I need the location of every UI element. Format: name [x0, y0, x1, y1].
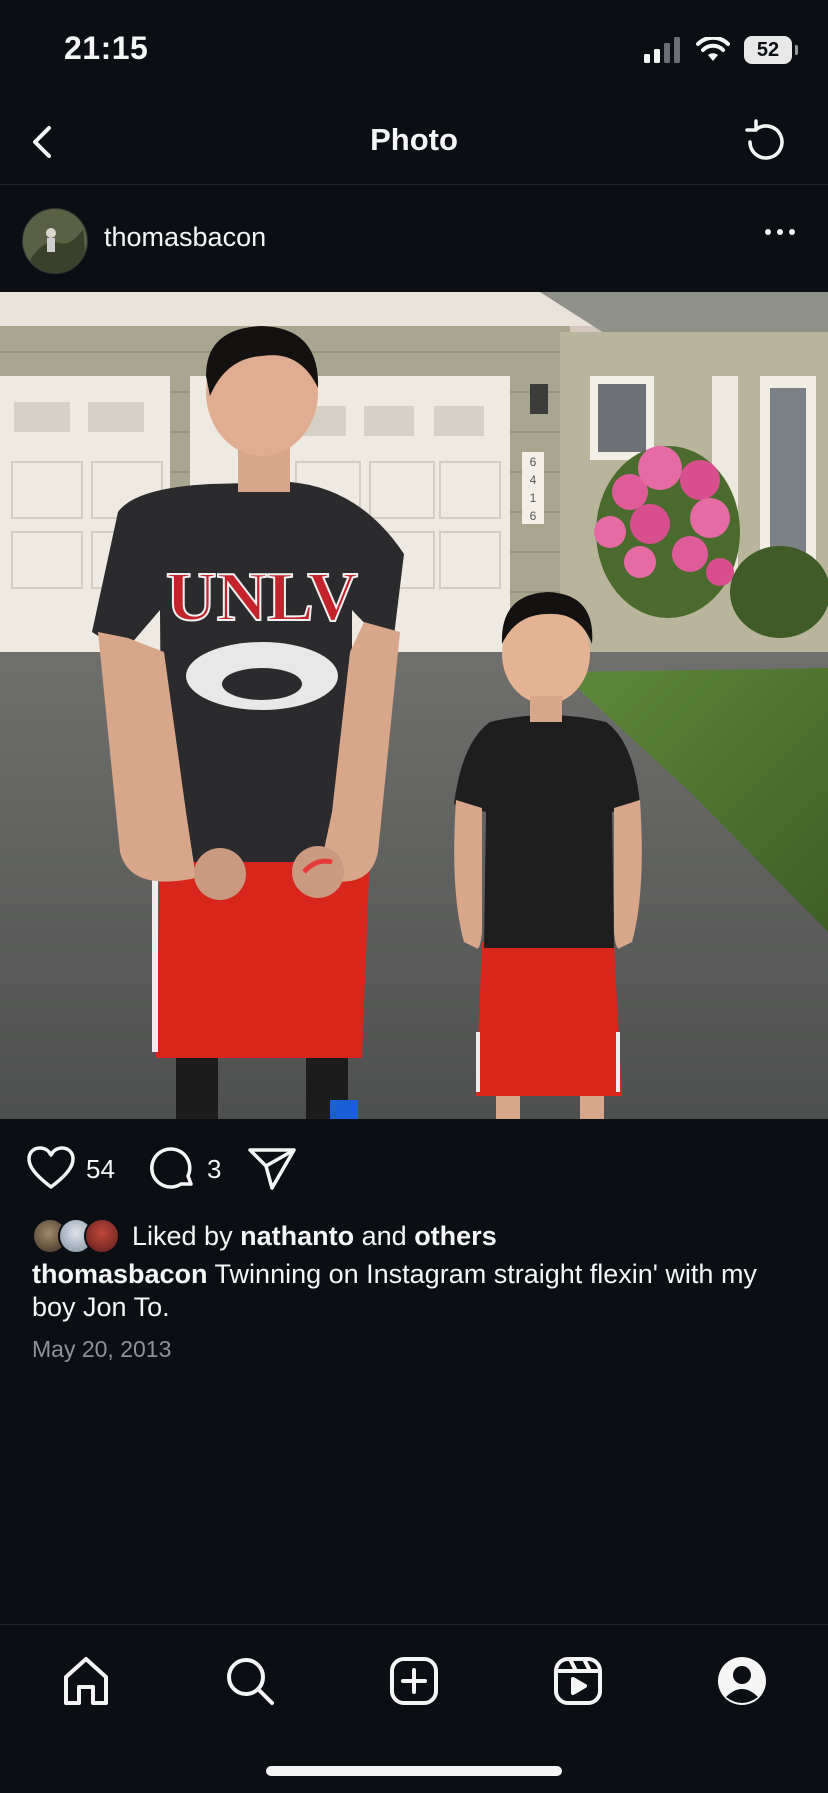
profile-icon	[718, 1657, 766, 1705]
more-options-button[interactable]	[760, 220, 800, 244]
liked-by-and: and	[361, 1220, 407, 1251]
home-icon	[64, 1657, 108, 1705]
liked-by-others[interactable]: others	[414, 1221, 497, 1252]
comment-count[interactable]: 3	[207, 1154, 221, 1185]
status-bar: 21:15 52	[0, 0, 828, 100]
share-button[interactable]	[246, 1144, 298, 1194]
avatar[interactable]	[22, 208, 88, 274]
liker-avatar	[84, 1218, 120, 1254]
search-icon	[227, 1658, 274, 1705]
refresh-button[interactable]	[740, 116, 792, 168]
comment-button[interactable]	[148, 1144, 198, 1194]
tab-profile[interactable]	[714, 1653, 770, 1709]
liked-by-user[interactable]: nathanto	[240, 1221, 354, 1252]
wifi-icon	[696, 37, 730, 61]
tab-create[interactable]	[386, 1653, 442, 1709]
svg-text:4: 4	[530, 473, 537, 487]
post-username[interactable]: thomasbacon	[104, 222, 266, 253]
status-icons: 52	[644, 32, 798, 68]
post-caption: thomasbacon Twinning on Instagram straig…	[32, 1258, 792, 1324]
more-dot-icon	[765, 229, 771, 235]
status-time: 21:15	[64, 30, 149, 66]
nav-header: Photo	[0, 100, 828, 185]
cellular-signal-icon	[644, 37, 680, 63]
tab-home[interactable]	[58, 1653, 114, 1709]
reels-icon	[554, 1657, 602, 1705]
page-title: Photo	[370, 122, 458, 157]
comment-bubble-icon	[150, 1147, 193, 1189]
post-photo[interactable]: 6 4 1 6 UNLV	[0, 292, 828, 1119]
home-indicator[interactable]	[266, 1766, 562, 1776]
battery-indicator: 52	[744, 36, 798, 64]
post-header: thomasbacon	[0, 186, 828, 290]
liked-by-prefix: Liked by	[132, 1220, 233, 1251]
post-actions: 54 3	[0, 1140, 828, 1204]
liked-by-row[interactable]: Liked by nathanto and others	[32, 1216, 497, 1256]
like-button[interactable]	[26, 1144, 76, 1194]
liker-avatars	[32, 1218, 120, 1254]
refresh-icon	[745, 119, 784, 160]
like-count[interactable]: 54	[86, 1154, 115, 1185]
post-date: May 20, 2013	[32, 1336, 172, 1362]
heart-icon	[27, 1146, 75, 1189]
more-dot-icon	[789, 229, 795, 235]
svg-text:6: 6	[530, 455, 537, 469]
create-icon	[390, 1657, 438, 1705]
paper-plane-icon	[248, 1148, 296, 1190]
more-dot-icon	[777, 229, 783, 235]
tab-reels[interactable]	[550, 1653, 606, 1709]
tab-search[interactable]	[222, 1653, 278, 1709]
caption-username[interactable]: thomasbacon	[32, 1259, 208, 1289]
shirt-logo-text: UNLV	[166, 559, 358, 636]
svg-text:1: 1	[530, 491, 537, 505]
svg-text:6: 6	[530, 509, 537, 523]
